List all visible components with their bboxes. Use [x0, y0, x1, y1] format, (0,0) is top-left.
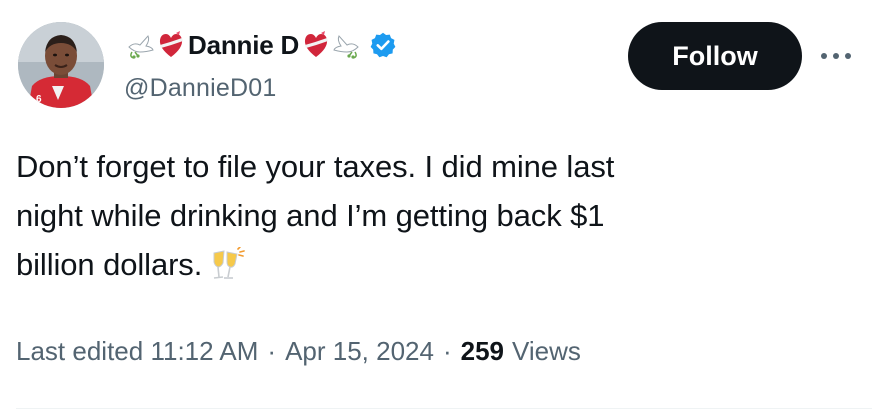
tweet-card: 6 Dannie D @DannieD01 Follow Don’t forge… — [0, 0, 872, 414]
meta-separator: · — [442, 336, 452, 366]
follow-button[interactable]: Follow — [628, 22, 802, 90]
tweet-text-line-last: billion dollars. — [16, 240, 836, 289]
tweet-text-line: billion dollars. — [16, 247, 203, 282]
author-handle[interactable]: @DannieD01 — [124, 74, 276, 103]
avatar[interactable]: 6 — [18, 22, 104, 108]
verified-badge-icon[interactable] — [369, 31, 397, 59]
tweet-text-line: Don’t forget to file your taxes. I did m… — [16, 149, 615, 184]
tweet-time[interactable]: 11:12 AM — [150, 336, 258, 367]
dove-icon — [331, 30, 361, 60]
tweet-text: Don’t forget to file your taxes. I did m… — [16, 142, 836, 289]
more-dots-icon — [818, 51, 854, 61]
views-label: Views — [512, 336, 581, 366]
heart-with-ribbon-icon — [301, 30, 331, 60]
dove-icon — [126, 30, 156, 60]
views-count: 259 — [460, 336, 505, 366]
author-display-name[interactable]: Dannie D — [188, 30, 299, 61]
divider — [16, 408, 872, 409]
tweet-date[interactable]: Apr 15, 2024 — [285, 336, 434, 367]
author-name-row[interactable]: Dannie D — [126, 22, 397, 68]
tweet-text-line: night while drinking and I’m getting bac… — [16, 198, 605, 233]
svg-text:6: 6 — [36, 94, 42, 105]
clinking-glasses-icon — [208, 247, 246, 281]
more-options-button[interactable] — [816, 44, 856, 68]
meta-separator: · — [267, 336, 277, 366]
tweet-meta-row: Last edited 11:12 AM · Apr 15, 2024 · 25… — [16, 336, 581, 367]
last-edited-label[interactable]: Last edited — [16, 336, 143, 367]
heart-with-ribbon-icon — [156, 30, 186, 60]
